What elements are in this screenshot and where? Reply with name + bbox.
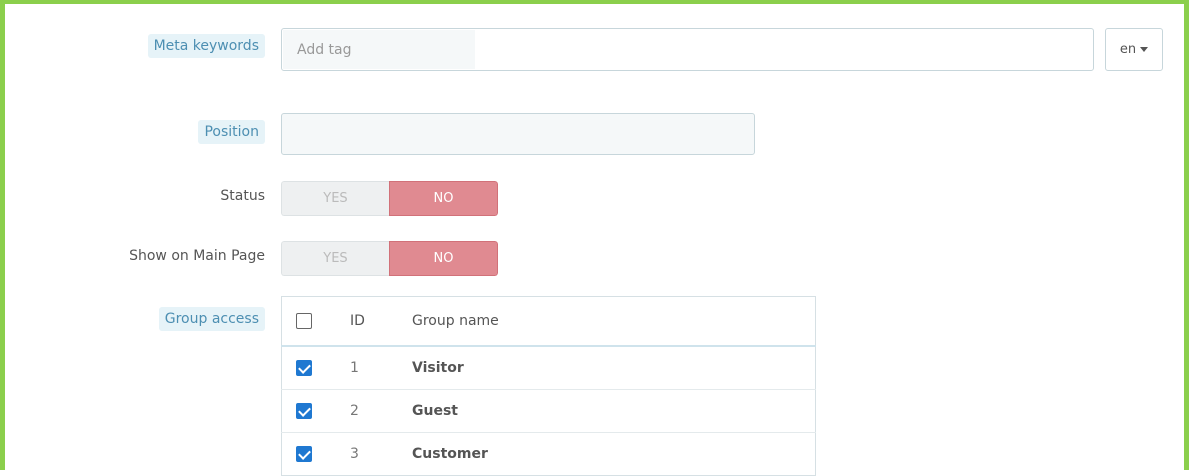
table-row: 2 Guest bbox=[281, 389, 816, 433]
table-header-row: ID Group name bbox=[281, 296, 816, 347]
meta-keywords-label: Meta keywords bbox=[147, 34, 265, 58]
group-access-label: Group access bbox=[158, 307, 265, 331]
language-label: en bbox=[1119, 42, 1137, 57]
status-label: Status bbox=[220, 188, 265, 204]
caret-down-icon bbox=[1140, 47, 1149, 52]
table-row: 3 Customer bbox=[281, 432, 816, 476]
row-group-name: Guest bbox=[411, 389, 816, 433]
show-main-no-option[interactable]: NO bbox=[389, 241, 498, 276]
row-checkbox[interactable] bbox=[296, 403, 312, 419]
row-id: 1 bbox=[349, 345, 411, 390]
row-checkbox[interactable] bbox=[296, 446, 312, 462]
meta-keywords-label-wrap: Meta keywords bbox=[5, 34, 265, 64]
column-id-header: ID bbox=[349, 296, 411, 347]
table-row: 1 Visitor bbox=[281, 345, 816, 390]
form-panel: Meta keywords Add tag en Position Status… bbox=[0, 0, 1189, 476]
position-label: Position bbox=[198, 120, 265, 144]
position-label-wrap: Position bbox=[5, 120, 265, 150]
column-group-name-header: Group name bbox=[411, 296, 816, 347]
status-yes-option[interactable]: YES bbox=[281, 181, 389, 216]
row-checkbox[interactable] bbox=[296, 360, 312, 376]
group-access-table: ID Group name 1 Visitor 2 Guest 3 Custom… bbox=[281, 296, 816, 476]
group-access-label-wrap: Group access bbox=[5, 307, 265, 337]
row-group-name: Visitor bbox=[411, 345, 816, 390]
meta-keywords-input[interactable]: Add tag bbox=[281, 28, 1094, 71]
add-tag-placeholder[interactable]: Add tag bbox=[297, 42, 352, 58]
status-toggle[interactable]: YES NO bbox=[281, 181, 498, 216]
show-on-main-toggle[interactable]: YES NO bbox=[281, 241, 498, 276]
row-id: 2 bbox=[349, 389, 411, 433]
language-dropdown[interactable]: en bbox=[1105, 28, 1163, 71]
show-main-yes-option[interactable]: YES bbox=[281, 241, 389, 276]
show-main-label-wrap: Show on Main Page bbox=[5, 248, 265, 278]
row-id: 3 bbox=[349, 432, 411, 476]
position-input[interactable] bbox=[281, 113, 755, 155]
status-label-wrap: Status bbox=[5, 188, 265, 218]
status-no-option[interactable]: NO bbox=[389, 181, 498, 216]
select-all-checkbox[interactable] bbox=[296, 313, 312, 329]
show-on-main-label: Show on Main Page bbox=[129, 248, 265, 264]
row-group-name: Customer bbox=[411, 432, 816, 476]
